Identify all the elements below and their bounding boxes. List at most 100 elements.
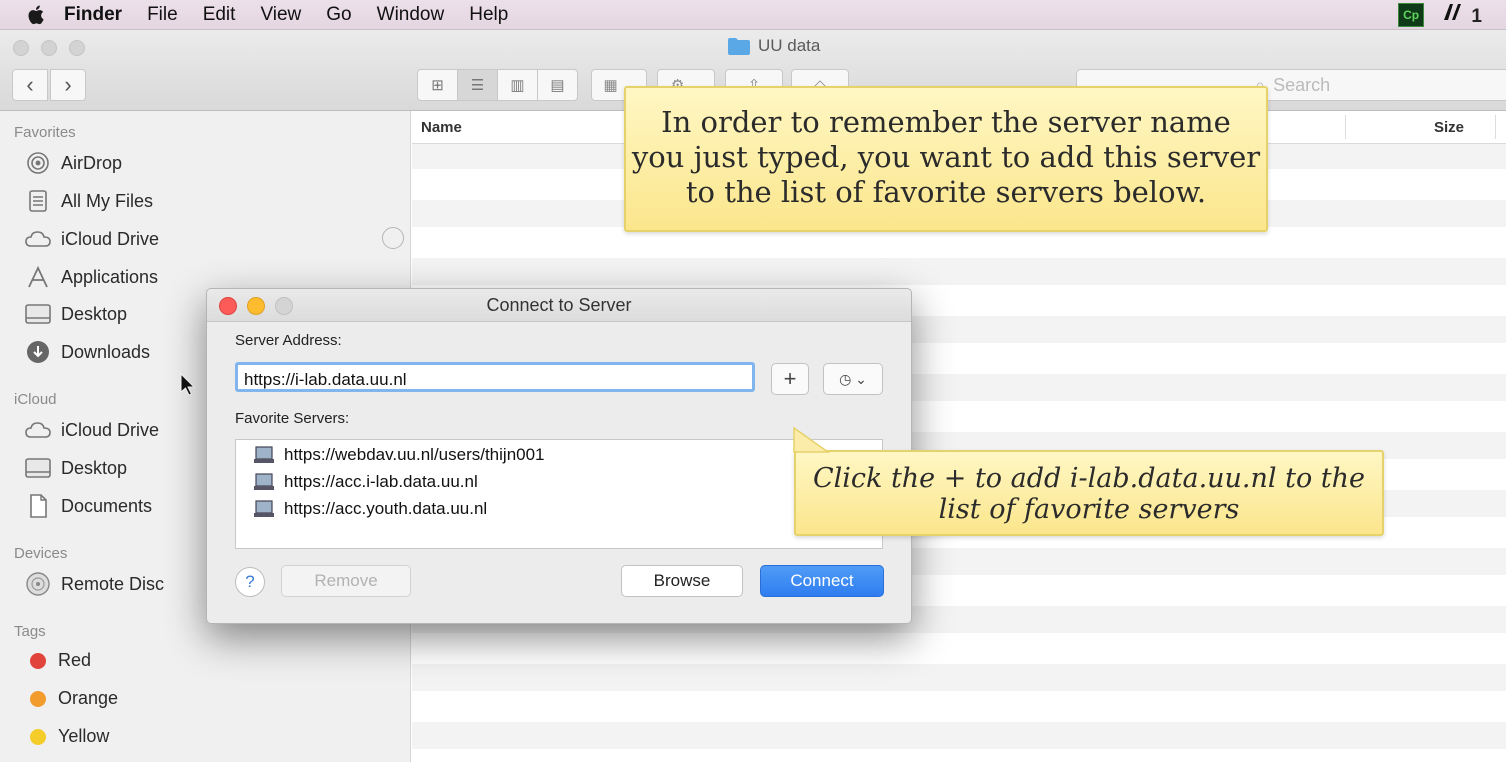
sidebar-item-label: Documents	[61, 495, 153, 516]
sidebar-item-tag-red[interactable]: Red	[24, 650, 91, 671]
window-minimize-button[interactable]	[41, 40, 57, 56]
sidebar-item-label: Downloads	[61, 341, 151, 362]
tag-yellow-dot-icon	[30, 728, 46, 745]
apple-icon[interactable]	[26, 4, 48, 26]
sidebar-item-all-my-files[interactable]: All My Files	[24, 189, 153, 213]
favorite-server-url: https://webdav.uu.nl/users/thijn001	[284, 445, 545, 464]
list-view-button[interactable]: ☰	[458, 70, 498, 100]
window-title-text: UU data	[758, 36, 821, 55]
sidebar-item-documents[interactable]: Documents	[24, 494, 152, 518]
cloud-icon	[24, 227, 52, 251]
favorite-servers-list[interactable]: https://webdav.uu.nl/users/thijn001 http…	[235, 439, 883, 549]
menu-edit[interactable]: Edit	[203, 4, 236, 26]
sidebar-item-icloud-drive[interactable]: iCloud Drive	[24, 227, 159, 251]
plus-icon: +	[783, 366, 797, 391]
adobe-menu-count: 1	[1471, 5, 1482, 27]
list-item[interactable]: https://acc.i-lab.data.uu.nl	[254, 472, 478, 492]
favorite-server-url: https://acc.youth.data.uu.nl	[284, 499, 488, 518]
documents-icon	[24, 494, 52, 518]
cloud-icon	[24, 418, 52, 442]
list-item[interactable]: https://acc.youth.data.uu.nl	[254, 499, 487, 519]
captivate-icon[interactable]: Cp	[1398, 2, 1425, 27]
help-button[interactable]: ?	[235, 567, 265, 597]
search-placeholder: Search	[1273, 74, 1331, 95]
sidebar-item-desktop[interactable]: Desktop	[24, 302, 127, 326]
browse-button[interactable]: Browse	[621, 565, 743, 597]
window-zoom-button[interactable]	[69, 40, 85, 56]
mouse-cursor-icon	[180, 373, 196, 396]
menu-file[interactable]: File	[147, 4, 178, 26]
list-icon: ☰	[470, 77, 485, 94]
sidebar-item-applications[interactable]: Applications	[24, 265, 158, 289]
list-item[interactable]: https://webdav.uu.nl/users/thijn001	[254, 445, 545, 465]
sidebar-item-airdrop[interactable]: AirDrop	[24, 151, 122, 175]
callout-bottom-text: Click the + to add i-lab.data.uu.nl to t…	[812, 463, 1366, 525]
sidebar-item-tag-yellow[interactable]: Yellow	[24, 726, 109, 747]
sidebar-item-icloud-drive-2[interactable]: iCloud Drive	[24, 418, 159, 442]
sidebar-item-tag-orange[interactable]: Orange	[24, 688, 118, 709]
callout-top: In order to remember the server name you…	[624, 86, 1268, 232]
clock-icon: ◷ ⌄	[839, 370, 867, 387]
coverflow-view-button[interactable]: ▤	[538, 70, 577, 100]
disc-icon	[24, 572, 52, 596]
sidebar-item-label: Desktop	[61, 457, 128, 478]
sidebar-item-label: Yellow	[58, 726, 110, 746]
help-icon: ?	[245, 572, 255, 591]
column-view-button[interactable]: ▥	[498, 70, 538, 100]
column-divider	[1345, 115, 1346, 139]
server-address-label: Server Address:	[235, 332, 342, 349]
remove-button[interactable]: Remove	[281, 565, 411, 597]
sidebar-section-devices: Devices	[14, 545, 68, 562]
menu-help[interactable]: Help	[469, 4, 508, 26]
window-title: UU data	[728, 36, 820, 56]
sidebar-section-icloud: iCloud	[14, 391, 57, 408]
column-size-header[interactable]: Size	[1434, 119, 1464, 136]
sidebar-item-label: Red	[58, 650, 92, 670]
menu-view[interactable]: View	[260, 4, 301, 26]
menu-window[interactable]: Window	[377, 4, 445, 26]
server-icon	[254, 446, 274, 463]
sidebar-item-label: Applications	[61, 266, 159, 287]
menu-bar: Finder File Edit View Go Window Help Cp …	[0, 0, 1506, 30]
sidebar-item-remote-disc[interactable]: Remote Disc	[24, 572, 164, 596]
forward-button[interactable]: ›	[50, 69, 86, 101]
server-icon	[254, 500, 274, 517]
folder-icon	[728, 37, 750, 55]
icon-view-button[interactable]: ⊞	[418, 70, 458, 100]
tag-orange-dot-icon	[30, 690, 46, 707]
callout-pointer	[793, 426, 831, 453]
chevron-left-icon: ‹	[26, 72, 34, 97]
grid-icon: ⊞	[431, 77, 444, 94]
favorite-server-url: https://acc.i-lab.data.uu.nl	[284, 472, 478, 491]
adobe-menu-icon[interactable]: 1	[1442, 2, 1482, 28]
applications-icon	[24, 265, 52, 289]
sidebar-item-label: Desktop	[61, 303, 128, 324]
column-divider	[1495, 115, 1496, 139]
airdrop-icon	[24, 151, 52, 175]
desktop-icon	[24, 456, 52, 480]
back-button[interactable]: ‹	[12, 69, 48, 101]
sidebar-item-label: iCloud Drive	[61, 228, 160, 249]
view-mode-control: ⊞ ☰ ▥ ▤	[417, 69, 578, 101]
column-name-header[interactable]: Name	[421, 119, 462, 136]
sidebar-item-label: Orange	[58, 688, 119, 708]
server-icon	[254, 473, 274, 490]
favorite-servers-label: Favorite Servers:	[235, 410, 350, 427]
sidebar-item-desktop-2[interactable]: Desktop	[24, 456, 127, 480]
sidebar-item-downloads[interactable]: Downloads	[24, 340, 150, 364]
sync-progress-icon	[382, 227, 404, 249]
connect-button[interactable]: Connect	[760, 565, 884, 597]
recent-servers-button[interactable]: ◷ ⌄	[823, 363, 883, 395]
coverflow-icon: ▤	[550, 77, 565, 94]
sidebar-section-favorites: Favorites	[14, 124, 76, 141]
add-favorite-button[interactable]: +	[771, 363, 809, 395]
window-close-button[interactable]	[13, 40, 29, 56]
menu-finder[interactable]: Finder	[64, 4, 122, 26]
columns-icon: ▥	[510, 77, 525, 94]
sidebar-item-label: Remote Disc	[61, 573, 165, 594]
sidebar-item-label: All My Files	[61, 190, 154, 211]
tag-red-dot-icon	[30, 652, 46, 669]
menu-go[interactable]: Go	[326, 4, 351, 26]
callout-top-text: In order to remember the server name you…	[631, 105, 1261, 209]
server-address-input[interactable]: https://i-lab.data.uu.nl	[235, 362, 755, 392]
